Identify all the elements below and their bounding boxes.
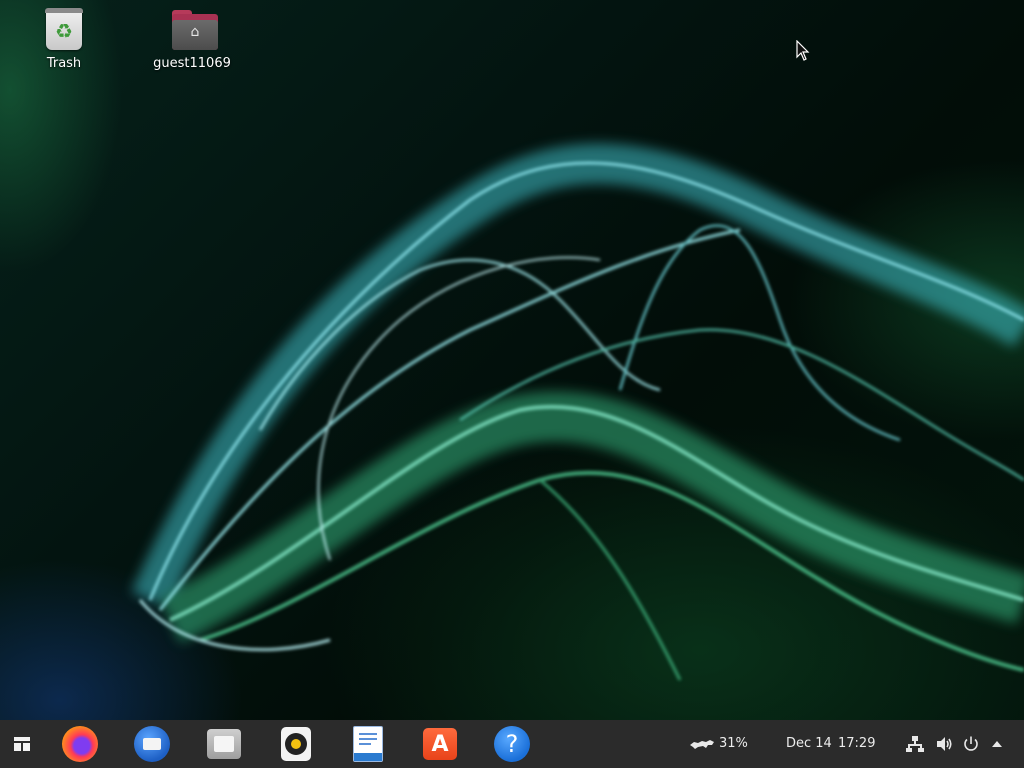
desktop[interactable]: ♻ Trash ⌂ guest11069 (0, 0, 1024, 768)
taskbar-app-help[interactable]: ? (492, 724, 532, 764)
taskbar-app-thunderbird[interactable] (132, 724, 172, 764)
taskbar-app-writer[interactable] (348, 724, 388, 764)
network-icon[interactable] (905, 734, 925, 754)
files-icon (207, 729, 241, 759)
volume-icon[interactable] (934, 734, 954, 754)
software-icon: A (423, 728, 457, 760)
taskbar-app-files[interactable] (204, 724, 244, 764)
start-menu-button[interactable] (2, 724, 42, 764)
desktop-icon-label: Trash (46, 56, 82, 71)
clock-time[interactable]: 17:29 (838, 720, 875, 768)
rhythmbox-icon (281, 727, 311, 761)
desktop-icon-trash[interactable]: ♻ Trash (16, 6, 112, 71)
taskbar-app-firefox[interactable] (60, 724, 100, 764)
chevron-up-icon[interactable] (987, 734, 1007, 754)
taskbar: A ? 31% Dec 14 17:29 (0, 720, 1024, 768)
thunderbird-icon (134, 726, 170, 762)
home-folder-icon: ⌂ (172, 6, 218, 52)
wallpaper-smoke (131, 143, 1024, 681)
taskbar-app-software[interactable]: A (420, 724, 460, 764)
clock-date[interactable]: Dec 14 (786, 720, 832, 768)
writer-icon (353, 726, 383, 762)
battery-icon[interactable] (688, 736, 716, 752)
desktop-icon-label: guest11069 (153, 56, 231, 71)
power-icon[interactable] (961, 734, 981, 754)
battery-percent[interactable]: 31% (719, 720, 748, 768)
mouse-pointer-icon (796, 40, 810, 61)
firefox-icon (62, 726, 98, 762)
trash-icon: ♻ (44, 6, 84, 52)
start-menu-icon (14, 737, 30, 751)
taskbar-app-rhythmbox[interactable] (276, 724, 316, 764)
desktop-icon-home-folder[interactable]: ⌂ guest11069 (144, 6, 240, 71)
help-icon: ? (494, 726, 530, 762)
